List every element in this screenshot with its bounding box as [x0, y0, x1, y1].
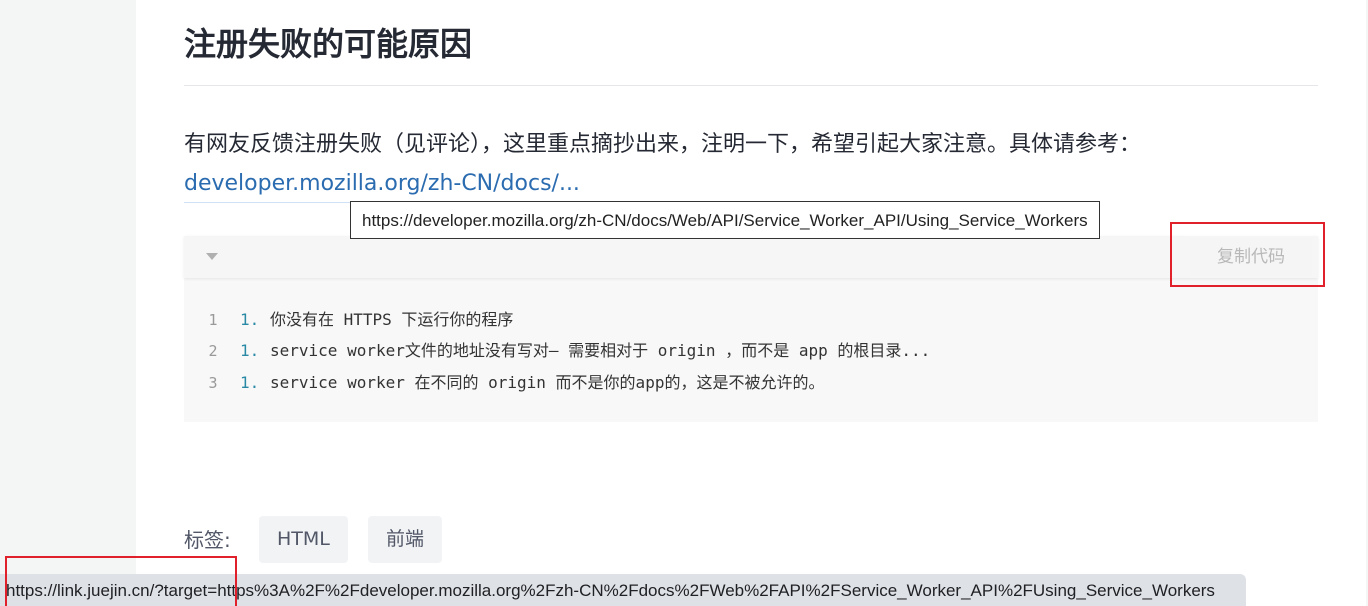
code-block: 复制代码 1 1. 你没有在 HTTPS 下运行你的程序 2 1. servic… — [184, 236, 1318, 422]
article-paragraph: 有网友反馈注册失败（见评论），这里重点摘抄出来，注明一下，希望引起大家注意。具体… — [184, 132, 1142, 157]
code-text: service worker 在不同的 origin 而不是你的app的，这是不… — [270, 373, 825, 392]
code-text: service worker文件的地址没有写对— 需要相对于 origin ，而… — [270, 341, 931, 360]
section-heading: 注册失败的可能原因 — [184, 25, 473, 63]
heading-divider — [184, 85, 1318, 86]
code-block-header: 复制代码 — [184, 236, 1318, 278]
code-text: 你没有在 HTTPS 下运行你的程序 — [270, 310, 514, 329]
status-url-highlight-box — [5, 556, 237, 606]
mdn-link[interactable]: developer.mozilla.org/zh-CN/docs/... — [184, 166, 580, 203]
line-number: 1 — [208, 311, 218, 329]
line-number: 3 — [208, 374, 218, 392]
link-tooltip: https://developer.mozilla.org/zh-CN/docs… — [350, 201, 1100, 239]
tag-frontend[interactable]: 前端 — [368, 516, 443, 563]
caret-down-icon[interactable] — [206, 253, 218, 260]
list-marker: 1. — [240, 310, 260, 329]
list-marker: 1. — [240, 373, 260, 392]
tag-html[interactable]: HTML — [259, 516, 348, 563]
left-gutter — [0, 0, 136, 606]
tags-label: 标签: — [184, 528, 231, 552]
list-marker: 1. — [240, 341, 260, 360]
copy-button-highlight-box — [1170, 222, 1325, 287]
line-number: 2 — [208, 342, 218, 360]
